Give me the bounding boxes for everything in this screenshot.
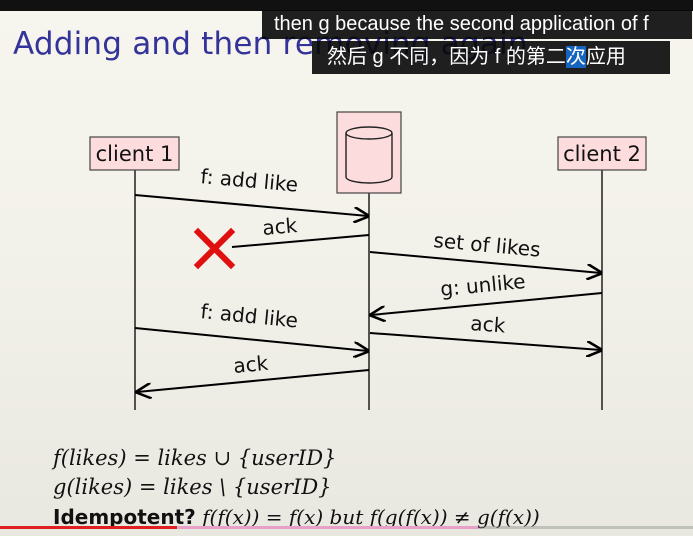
client1-node: client 1 [89, 136, 180, 171]
label-add-like-1: f: add like [200, 164, 299, 197]
caption-chinese-part1: 然后 g 不同，因为 f 的第二 [327, 46, 566, 68]
arrow-add-like-2 [134, 327, 368, 351]
caption-chinese: 然后 g 不同，因为 f 的第二次应用 [312, 41, 670, 74]
equation-g-definition: g(likes) = likes \ {userID} [53, 475, 332, 499]
label-ack-3: ack [232, 351, 269, 378]
client1-label: client 1 [96, 142, 174, 166]
database-icon [336, 111, 402, 194]
client2-node: client 2 [557, 136, 647, 171]
progress-buffered [178, 526, 478, 529]
progress-played [0, 526, 177, 529]
video-progress-bar[interactable] [0, 526, 693, 529]
x-mark-icon [193, 227, 236, 270]
label-ack-2: ack [470, 311, 507, 338]
client2-label: client 2 [563, 142, 641, 166]
label-add-like-2: f: add like [200, 299, 300, 332]
label-set-of-likes: set of likes [433, 228, 542, 262]
caption-english: then g because the second application of… [262, 10, 692, 39]
arrow-add-like-1 [134, 194, 368, 216]
arrow-ack-lost [231, 234, 370, 248]
label-ack-1: ack [261, 213, 298, 240]
equation-f-definition: f(likes) = likes ∪ {userID} [53, 446, 337, 470]
label-unlike: g: unlike [439, 269, 526, 301]
caption-chinese-part2: 应用 [585, 46, 626, 68]
caption-chinese-highlighted-word[interactable]: 次 [565, 46, 586, 68]
